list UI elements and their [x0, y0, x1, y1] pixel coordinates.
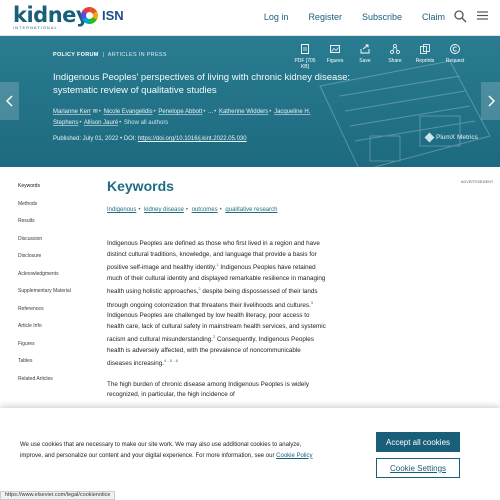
save-tool-label: Save	[359, 58, 371, 64]
plumx-metrics[interactable]: PlumX Metrics	[424, 132, 478, 143]
keyword-link[interactable]: kidney disease	[144, 207, 184, 213]
article-outline-sidebar: Keywords Methods Results Discussion Disc…	[18, 182, 98, 392]
author-link[interactable]: Allison Jauré	[84, 120, 118, 126]
save-icon	[360, 44, 370, 54]
second-paragraph: The high burden of chronic disease among…	[107, 380, 309, 399]
save-tool[interactable]: Save	[350, 44, 380, 70]
sidebar-item-keywords[interactable]: Keywords	[18, 182, 98, 200]
cookie-banner: We use cookies that are necessary to mak…	[0, 408, 500, 500]
next-article-button[interactable]	[481, 82, 500, 120]
breadcrumb-status[interactable]: ARTICLES IN PRESS	[108, 52, 167, 58]
author-link[interactable]: Marianne Kerr	[53, 109, 91, 115]
request-tool[interactable]: Request	[440, 44, 470, 70]
cookie-text: We use cookies that are necessary to mak…	[20, 442, 302, 459]
kidney-international-logo[interactable]: kidney INTERNATIONAL	[13, 3, 90, 31]
isn-logo[interactable]: ISN	[81, 7, 124, 24]
chevron-right-icon	[487, 95, 495, 107]
published-date: Published: July 01, 2022	[53, 136, 119, 142]
publication-info: Published: July 01, 2022 • DOI: https://…	[53, 136, 247, 142]
top-navigation: kidney INTERNATIONAL ISN Log in Register…	[0, 0, 500, 36]
author-contact-icon[interactable]: ✉	[93, 109, 98, 115]
figures-tool-label: Figures	[326, 58, 344, 64]
sidebar-item-results[interactable]: Results	[18, 217, 98, 235]
article-tools: PDF [705 KB] Figures Save Share Reprints…	[290, 44, 470, 70]
keywords-heading: Keywords	[107, 178, 174, 194]
subscribe-link[interactable]: Subscribe	[362, 12, 402, 22]
sidebar-item-disclosure[interactable]: Disclosure	[18, 252, 98, 270]
login-link[interactable]: Log in	[264, 12, 289, 22]
figures-tool[interactable]: Figures	[320, 44, 350, 70]
article-body: Keywords Indigenous • kidney disease • out…	[107, 178, 327, 401]
reprints-tool[interactable]: Reprints	[410, 44, 440, 70]
article-title: Indigenous Peoples' perspectives of livi…	[53, 72, 351, 96]
show-all-authors-link[interactable]: Show all authors	[124, 120, 168, 126]
request-icon	[450, 44, 460, 54]
plumx-icon	[424, 132, 435, 143]
previous-article-button[interactable]	[0, 82, 19, 120]
article-header: POLICY FORUM | ARTICLES IN PRESS PDF [70…	[0, 36, 500, 167]
search-icon[interactable]	[453, 9, 467, 23]
author-link[interactable]: Katherine Widders	[219, 109, 268, 115]
pdf-tool[interactable]: PDF [705 KB]	[290, 44, 320, 70]
cookie-settings-button[interactable]: Cookie Settings	[376, 458, 460, 478]
sidebar-item-acknowledgments[interactable]: Acknowledgments	[18, 270, 98, 288]
request-tool-label: Request	[445, 58, 465, 64]
sidebar-item-article-info[interactable]: Article Info	[18, 322, 98, 340]
breadcrumb: POLICY FORUM | ARTICLES IN PRESS	[53, 52, 167, 58]
chevron-left-icon	[5, 95, 13, 107]
sidebar-item-related-articles[interactable]: Related Articles	[18, 375, 98, 393]
keyword-link[interactable]: outcomes	[192, 207, 218, 213]
sidebar-item-figures[interactable]: Figures	[18, 340, 98, 358]
register-link[interactable]: Register	[308, 12, 342, 22]
sidebar-item-supplementary-material[interactable]: Supplementary Material	[18, 287, 98, 305]
reference-link[interactable]: 4 - 5 - 6	[164, 358, 178, 363]
pdf-tool-label: PDF [705 KB]	[294, 58, 316, 70]
author-link[interactable]: Nicole Evangelidis	[104, 109, 153, 115]
accept-all-cookies-button[interactable]: Accept all cookies	[376, 432, 460, 452]
isn-name: ISN	[102, 8, 124, 23]
doi-label: DOI:	[123, 136, 137, 142]
isn-globe-icon	[81, 7, 98, 24]
sidebar-item-references[interactable]: References	[18, 305, 98, 323]
keyword-link[interactable]: qualitative research	[225, 207, 277, 213]
reprints-tool-label: Reprints	[415, 58, 435, 64]
menu-icon[interactable]	[477, 10, 488, 21]
keyword-link[interactable]: Indigenous	[107, 207, 136, 213]
plumx-label: PlumX Metrics	[436, 134, 478, 141]
cookie-message: We use cookies that are necessary to mak…	[20, 440, 320, 461]
reference-link[interactable]: 3	[311, 300, 313, 305]
share-tool[interactable]: Share	[380, 44, 410, 70]
figures-icon	[330, 45, 340, 53]
author-list: Marianne Kerr ✉• Nicole Evangelidis• Pen…	[53, 109, 311, 126]
author-link[interactable]: Penelope Abbott	[158, 109, 202, 115]
breadcrumb-section[interactable]: POLICY FORUM	[53, 52, 99, 58]
cookie-policy-link[interactable]: Cookie Policy	[276, 453, 312, 459]
sidebar-item-methods[interactable]: Methods	[18, 200, 98, 218]
advertisement-label: ADVERTISEMENT	[461, 180, 494, 184]
author-ellipsis: ...	[208, 109, 214, 115]
share-tool-label: Share	[388, 58, 402, 64]
status-bar-url: https://www.elsevier.com/legal/cookienot…	[0, 491, 116, 500]
pdf-icon	[301, 44, 309, 54]
introduction-paragraph: Indigenous Peoples are defined as those …	[107, 239, 327, 370]
sidebar-item-tables[interactable]: Tables	[18, 357, 98, 375]
share-icon	[390, 44, 400, 54]
keyword-list: Indigenous • kidney disease • outcomes • qu…	[107, 207, 278, 213]
sidebar-item-discussion[interactable]: Discussion	[18, 235, 98, 253]
reprints-icon	[420, 44, 430, 54]
claim-link[interactable]: Claim	[422, 12, 445, 22]
doi-link[interactable]: https://doi.org/10.1016/j.kint.2022.05.0…	[138, 136, 247, 142]
brand-name: kidney	[13, 3, 90, 27]
nav-links: Log in Register Subscribe Claim	[264, 12, 445, 22]
